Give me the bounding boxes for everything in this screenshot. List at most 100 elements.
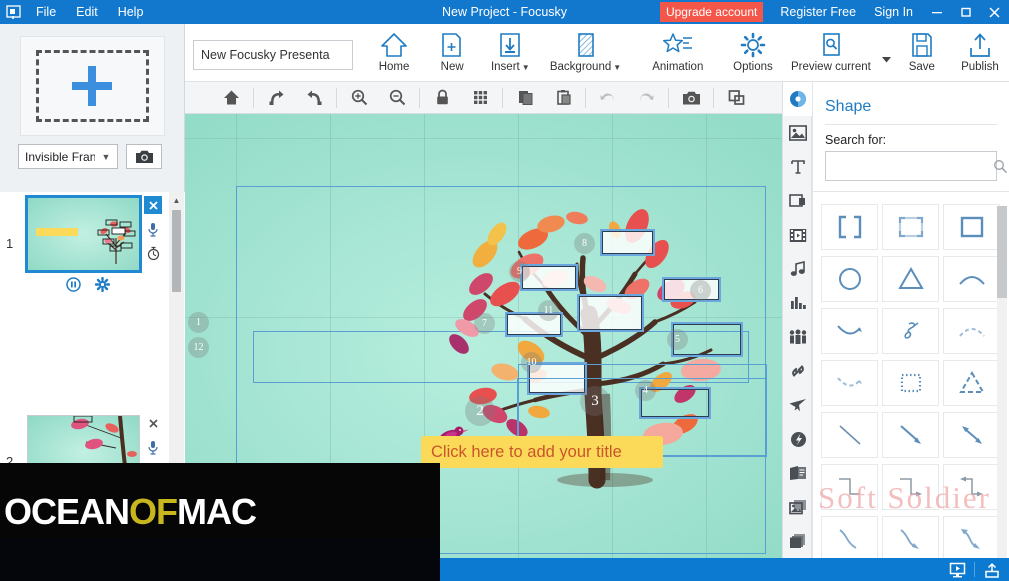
canvas-path-marker[interactable]: 11 <box>538 300 559 321</box>
preview-dropdown-chevron-down-icon[interactable] <box>880 24 893 82</box>
maximize-icon[interactable] <box>951 0 980 24</box>
shape-arc[interactable] <box>943 256 1000 302</box>
sign-in-link[interactable]: Sign In <box>865 0 922 24</box>
shape-elbow-double-arrow[interactable] <box>943 464 1000 510</box>
canvas-path-marker[interactable]: 10 <box>521 352 542 373</box>
ribbon-button-options[interactable]: Options <box>724 24 782 82</box>
grid-icon[interactable] <box>461 83 499 113</box>
project-name-input[interactable] <box>193 40 353 70</box>
zoom-out-icon[interactable] <box>378 83 416 113</box>
register-free-link[interactable]: Register Free <box>771 0 865 24</box>
close-icon[interactable] <box>980 0 1009 24</box>
shape-curve-double-arrow[interactable] <box>943 516 1000 562</box>
layers-icon[interactable] <box>783 524 813 558</box>
canvas-path-marker[interactable]: 4 <box>635 380 656 401</box>
minimize-icon[interactable] <box>922 0 951 24</box>
camera-icon[interactable] <box>126 144 162 169</box>
fullscreen-icon[interactable] <box>717 83 755 113</box>
canvas-camera-icon[interactable] <box>672 83 710 113</box>
undo-icon[interactable] <box>589 83 627 113</box>
canvas-path-marker[interactable]: 6 <box>690 280 711 301</box>
shape-curve[interactable] <box>821 516 878 562</box>
menu-edit[interactable]: Edit <box>66 0 108 24</box>
scrollbar-thumb[interactable] <box>997 206 1007 298</box>
canvas-path-marker[interactable]: 3 <box>580 386 610 416</box>
airplane-icon[interactable] <box>783 388 813 422</box>
gallery-icon[interactable] <box>783 490 813 524</box>
shape-dashed-triangle[interactable] <box>943 360 1000 406</box>
scroll-up-icon[interactable]: ▲ <box>169 192 184 208</box>
people-icon[interactable] <box>783 320 813 354</box>
slide-timer-icon[interactable] <box>144 244 162 262</box>
canvas-selection-box[interactable] <box>522 266 576 289</box>
slide-microphone-icon[interactable] <box>144 220 162 238</box>
shape-triangle[interactable] <box>882 256 939 302</box>
shape-search-input[interactable] <box>826 153 993 179</box>
slide-thumbnail[interactable] <box>25 195 142 273</box>
shape-dotted-rect[interactable] <box>882 360 939 406</box>
ribbon-button-publish[interactable]: Publish <box>951 24 1009 82</box>
ribbon-button-background[interactable]: Background ▼ <box>539 24 631 82</box>
shape-elbow[interactable] <box>821 464 878 510</box>
upload-icon[interactable] <box>975 558 1009 581</box>
canvas-path-marker[interactable]: 1 <box>188 312 209 333</box>
slide-close-icon[interactable] <box>144 414 162 432</box>
paste-icon[interactable] <box>544 83 582 113</box>
canvas-path-marker[interactable]: 12 <box>188 337 209 358</box>
shape-rectangle[interactable] <box>943 204 1000 250</box>
shape-icon[interactable] <box>783 184 813 218</box>
link-icon[interactable] <box>783 354 813 388</box>
search-icon[interactable] <box>993 159 1008 174</box>
shape-arrow-line[interactable] <box>882 412 939 458</box>
canvas-path-marker[interactable]: 5 <box>667 329 688 350</box>
ribbon-button-animation[interactable]: Animation <box>632 24 724 82</box>
shape-dashed-arc[interactable] <box>943 308 1000 354</box>
slide-item[interactable]: 1 <box>0 192 185 301</box>
ribbon-button-new[interactable]: New <box>423 24 481 82</box>
music-icon[interactable] <box>783 252 813 286</box>
ribbon-button-insert[interactable]: Insert ▼ <box>481 24 539 82</box>
zoom-in-icon[interactable] <box>340 83 378 113</box>
ribbon-button-preview[interactable]: Preview current <box>782 24 880 82</box>
canvas-home-icon[interactable] <box>212 83 250 113</box>
shape-corner-frame[interactable] <box>882 204 939 250</box>
menu-file[interactable]: File <box>26 0 66 24</box>
canvas-rotate-left-undo-arrow-icon[interactable] <box>295 83 333 113</box>
shape-arc-arrow[interactable] <box>821 308 878 354</box>
shape-brackets[interactable] <box>821 204 878 250</box>
present-icon[interactable] <box>940 558 974 581</box>
flash-icon[interactable] <box>783 422 813 456</box>
shape-panel-scrollbar[interactable] <box>997 206 1007 564</box>
canvas-path-marker[interactable]: 8 <box>574 233 595 254</box>
image-icon[interactable] <box>783 116 813 150</box>
shape-elbow-arrow[interactable] <box>882 464 939 510</box>
shape-double-arrow[interactable] <box>943 412 1000 458</box>
shape-circle[interactable] <box>821 256 878 302</box>
canvas-path-marker[interactable]: 7 <box>474 313 495 334</box>
slide-close-icon[interactable] <box>144 196 162 214</box>
slide-microphone-icon[interactable] <box>144 438 162 456</box>
slide-pause-icon[interactable] <box>66 276 81 292</box>
content-icon[interactable] <box>783 456 813 490</box>
ribbon-button-save[interactable]: Save <box>893 24 951 82</box>
canvas-path-marker[interactable]: 2 <box>465 396 495 426</box>
redo-icon[interactable] <box>627 83 665 113</box>
canvas-selection-box[interactable] <box>579 296 642 330</box>
upgrade-account-button[interactable]: Upgrade account <box>659 2 764 22</box>
ribbon-button-home[interactable]: Home <box>365 24 423 82</box>
canvas-path-marker[interactable]: 9 <box>509 261 530 282</box>
text-icon[interactable] <box>783 150 813 184</box>
lock-icon[interactable] <box>423 83 461 113</box>
slide-settings-gear-icon[interactable] <box>95 276 110 292</box>
shape-grid[interactable] <box>821 204 1002 567</box>
scrollbar-thumb[interactable] <box>172 210 181 292</box>
new-slide-placeholder[interactable] <box>19 36 165 136</box>
canvas-rotate-right-redo-arrow-icon[interactable] <box>257 83 295 113</box>
menu-help[interactable]: Help <box>108 0 154 24</box>
canvas-selection-box[interactable] <box>602 231 653 254</box>
shape-scribble[interactable] <box>882 308 939 354</box>
copy-icon[interactable] <box>506 83 544 113</box>
frame-type-select[interactable]: Invisible Fran ▼ <box>18 144 118 169</box>
video-icon[interactable] <box>783 218 813 252</box>
shape-curve-arrow[interactable] <box>882 516 939 562</box>
